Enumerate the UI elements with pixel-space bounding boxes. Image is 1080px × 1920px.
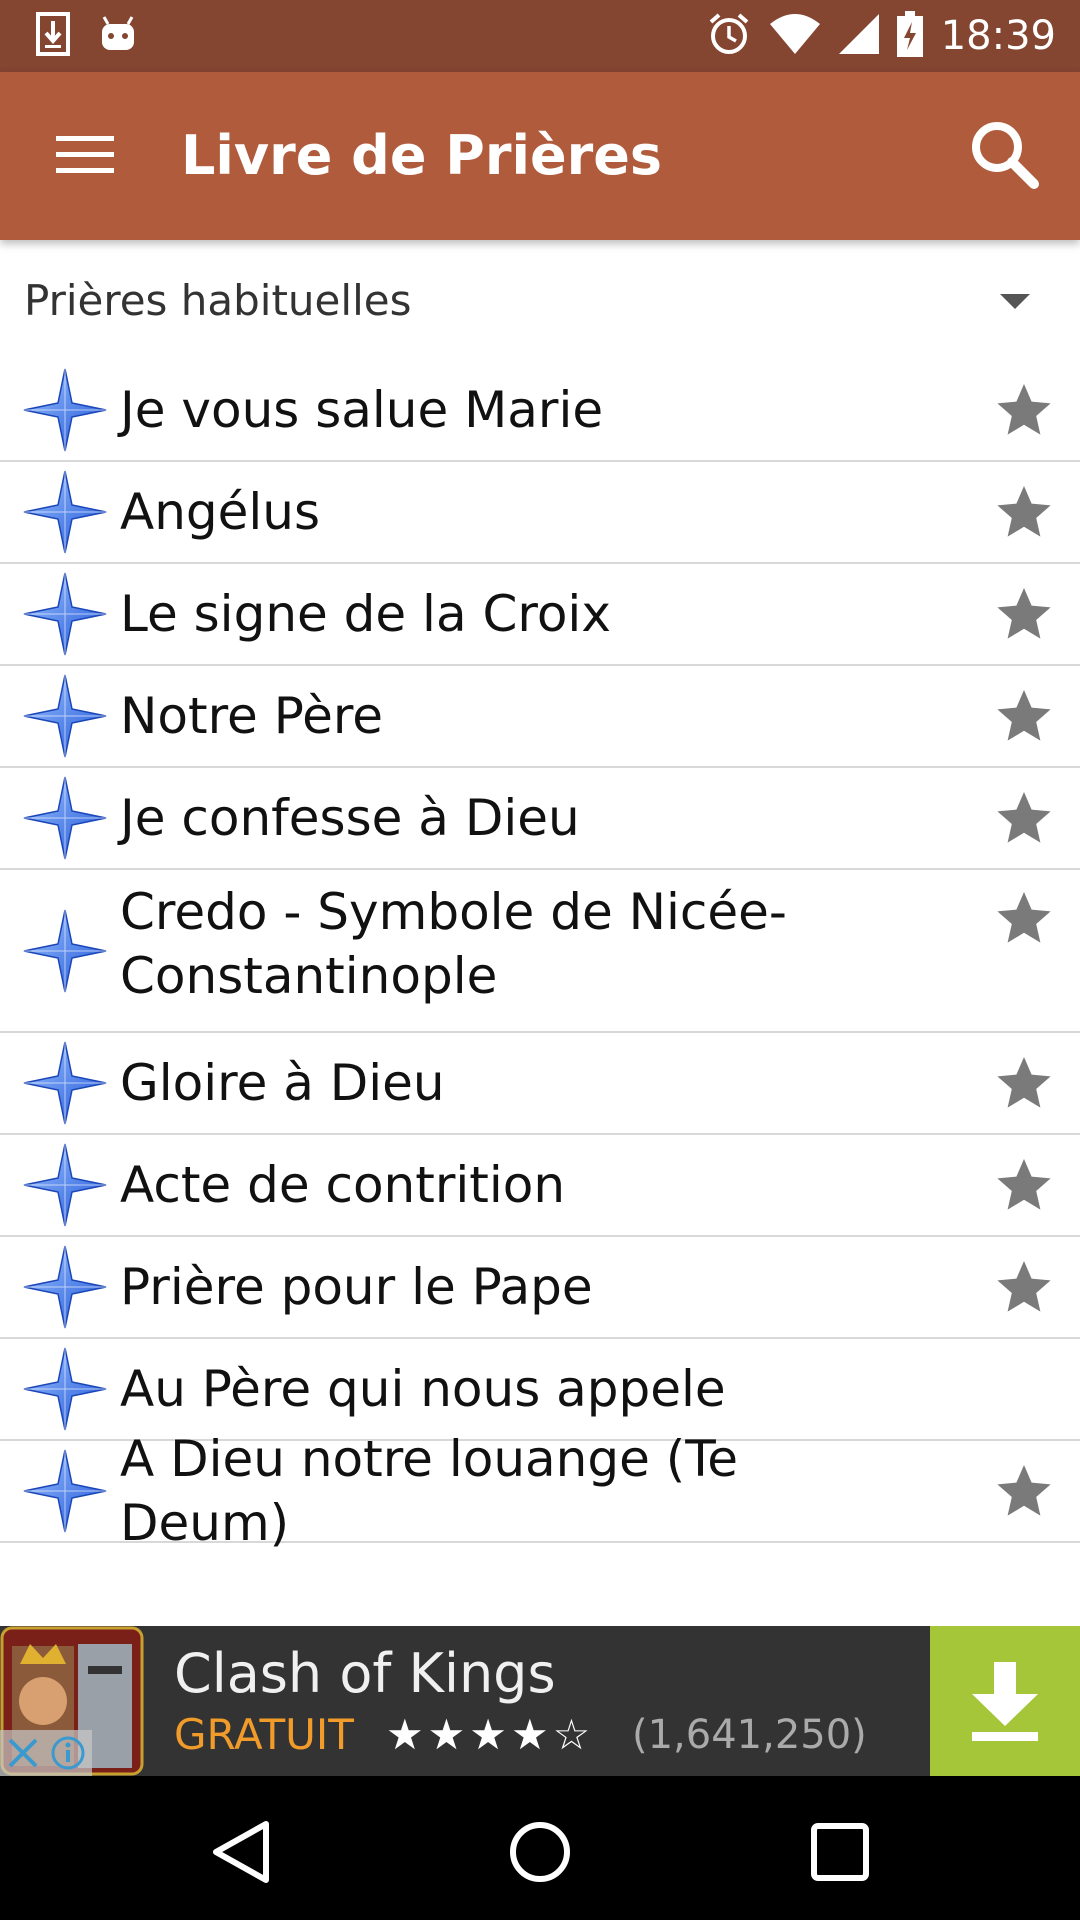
favorite-star-icon[interactable] [994,788,1054,848]
prayer-list-item[interactable]: Je confesse à Dieu [0,768,1080,870]
prayer-list-item[interactable]: Angélus [0,462,1080,564]
favorite-star-icon[interactable] [994,686,1054,746]
prayer-title: Notre Père [120,687,384,745]
compass-star-icon [22,1040,108,1126]
prayer-list-item[interactable]: Je vous salue Marie [0,360,1080,462]
navigation-bar [0,1776,1080,1920]
ad-close-strip[interactable] [0,1730,92,1776]
status-bar-right: 18:39 [707,0,1056,72]
signal-icon [838,14,879,58]
ad-banner[interactable]: Clash of Kings GRATUIT ★★★★☆ (1,641,250) [0,1626,1080,1776]
wifi-icon [769,14,821,58]
prayer-title: Le signe de la Croix [120,585,611,643]
prayer-list-item[interactable]: A Dieu notre louange (Te Deum) [0,1430,1080,1552]
alarm-icon [707,12,751,60]
dropdown-arrow-icon [1000,294,1030,309]
prayer-title: Au Père qui nous appele [120,1360,726,1418]
prayer-title: Acte de contrition [120,1156,566,1214]
search-icon [968,118,1040,194]
prayer-title: Je confesse à Dieu [120,789,580,847]
favorite-star-icon[interactable] [994,888,1054,948]
prayer-title: Credo - Symbole de Nicée-Constantinople [120,883,787,1005]
favorite-star-icon[interactable] [994,1053,1054,1113]
compass-star-icon [22,908,108,994]
ad-title: Clash of Kings [174,1642,556,1705]
home-icon[interactable] [500,1812,580,1892]
favorite-star-icon[interactable] [994,1461,1054,1521]
compass-star-icon [22,775,108,861]
compass-star-icon [22,673,108,759]
battery-charging-icon [896,11,923,61]
close-icon[interactable] [6,1736,40,1774]
favorite-star-icon[interactable] [994,1257,1054,1317]
ad-download-button[interactable] [930,1626,1080,1776]
category-label: Prières habituelles [24,276,412,325]
prayer-list-item[interactable]: Credo - Symbole de Nicée-Constantinople [0,870,1080,1033]
ad-rating-stars: ★★★★☆ [386,1710,595,1759]
info-icon[interactable] [50,1735,86,1775]
prayer-list-item[interactable]: Prière pour le Pape [0,1237,1080,1339]
ad-rating-count: (1,641,250) [632,1712,867,1758]
compass-star-icon [22,1448,108,1534]
compass-star-icon [22,1346,108,1432]
favorite-star-icon[interactable] [994,1155,1054,1215]
compass-star-icon [22,571,108,657]
download-icon [36,12,70,60]
hamburger-menu-icon [56,134,114,178]
compass-star-icon [22,1142,108,1228]
category-dropdown[interactable]: Prières habituelles [0,262,1080,340]
android-icon [98,14,138,58]
prayer-list-item[interactable]: Le signe de la Croix [0,564,1080,666]
compass-star-icon [22,469,108,555]
favorite-star-icon[interactable] [994,482,1054,542]
status-bar: 18:39 [0,0,1080,72]
prayer-list-item[interactable]: Gloire à Dieu [0,1033,1080,1135]
prayer-title: Gloire à Dieu [120,1054,445,1112]
status-bar-left [36,12,138,60]
prayer-list-item[interactable]: Acte de contrition [0,1135,1080,1237]
prayer-title: Angélus [120,483,321,541]
compass-star-icon [22,367,108,453]
back-icon[interactable] [200,1812,280,1892]
app-bar: Livre de Prières [0,72,1080,240]
search-button[interactable] [956,108,1052,204]
favorite-star-icon[interactable] [994,584,1054,644]
prayer-title: Je vous salue Marie [120,381,604,439]
menu-button[interactable] [40,116,130,196]
prayer-list-item[interactable]: Notre Père [0,666,1080,768]
app-title: Livre de Prières [181,124,662,187]
download-arrow-icon [972,1662,1038,1746]
ad-price: GRATUIT [174,1710,354,1759]
compass-star-icon [22,1244,108,1330]
prayer-list-item[interactable]: Au Père qui nous appele [0,1339,1080,1441]
prayer-title: Prière pour le Pape [120,1258,593,1316]
recent-apps-icon[interactable] [800,1812,880,1892]
status-time: 18:39 [940,13,1056,59]
prayer-title: A Dieu notre louange (Te Deum) [120,1430,739,1552]
prayer-list: Je vous salue Marie Angélus Le signe de … [0,360,1080,1552]
favorite-star-icon[interactable] [994,380,1054,440]
